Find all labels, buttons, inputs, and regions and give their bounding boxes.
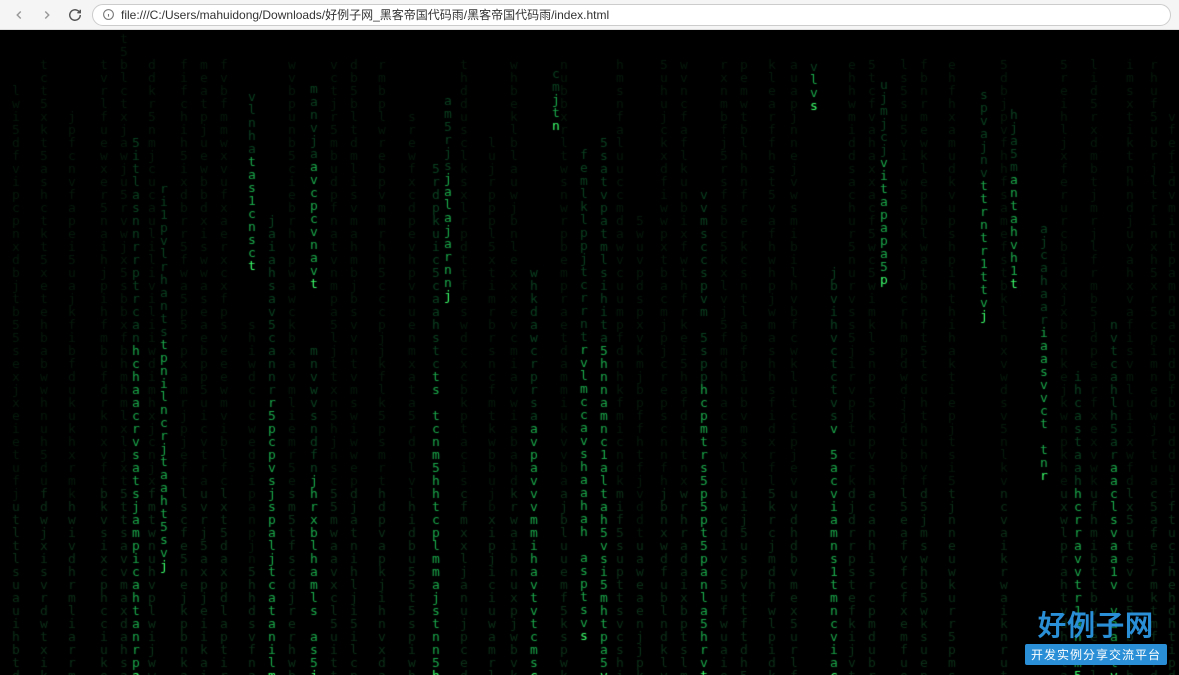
forward-button[interactable] [36, 4, 58, 26]
reload-icon [68, 8, 82, 22]
address-bar[interactable]: file:///C:/Users/mahuidong/Downloads/好例子… [92, 4, 1171, 26]
watermark: 好例子网 开发实例分享交流平台 [1025, 611, 1167, 665]
arrow-right-icon [40, 8, 54, 22]
page-viewport: 好例子网 开发实例分享交流平台 [0, 30, 1179, 675]
watermark-subtitle: 开发实例分享交流平台 [1025, 644, 1167, 665]
reload-button[interactable] [64, 4, 86, 26]
matrix-rain-canvas [0, 30, 1179, 675]
back-button[interactable] [8, 4, 30, 26]
site-info-icon[interactable] [101, 8, 115, 22]
url-text: file:///C:/Users/mahuidong/Downloads/好例子… [121, 6, 609, 23]
arrow-left-icon [12, 8, 26, 22]
browser-toolbar: file:///C:/Users/mahuidong/Downloads/好例子… [0, 0, 1179, 30]
watermark-title: 好例子网 [1025, 611, 1167, 642]
